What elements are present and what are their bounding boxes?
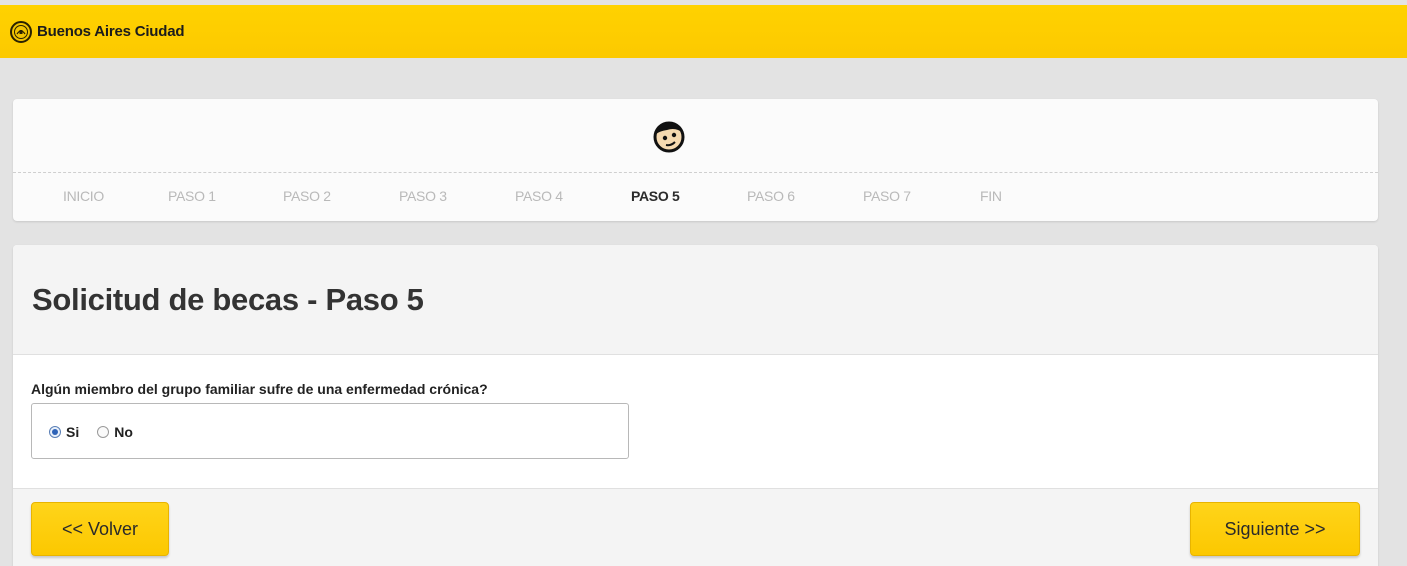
page-title: Solicitud de becas - Paso 5: [32, 281, 424, 317]
next-button[interactable]: Siguiente >>: [1190, 502, 1360, 556]
option-no-label[interactable]: No: [114, 424, 133, 440]
step-paso-2[interactable]: PASO 2: [283, 188, 331, 204]
progress-stepper: INICIO PASO 1 PASO 2 PASO 3 PASO 4 PASO …: [13, 99, 1378, 221]
question-label: Algún miembro del grupo familiar sufre d…: [31, 381, 488, 397]
step-paso-4[interactable]: PASO 4: [515, 188, 563, 204]
option-si[interactable]: Si: [49, 424, 79, 440]
step-fin[interactable]: FIN: [980, 188, 1002, 204]
back-button[interactable]: << Volver: [31, 502, 169, 556]
radio-group-box: Si No: [31, 403, 629, 459]
form-card: Solicitud de becas - Paso 5 Algún miembr…: [13, 245, 1378, 566]
smiley-face-icon: [653, 121, 685, 153]
brand-name[interactable]: Buenos Aires Ciudad: [37, 23, 185, 40]
step-paso-5[interactable]: PASO 5: [631, 188, 680, 204]
radio-no[interactable]: [97, 426, 110, 438]
stepper-divider: [13, 172, 1378, 173]
step-paso-3[interactable]: PASO 3: [399, 188, 447, 204]
option-si-label[interactable]: Si: [66, 424, 79, 440]
city-seal-icon[interactable]: [10, 20, 32, 43]
step-paso-1[interactable]: PASO 1: [168, 188, 216, 204]
radio-group: Si No: [49, 424, 151, 440]
radio-si[interactable]: [49, 426, 61, 438]
top-bar: Buenos Aires Ciudad: [0, 5, 1407, 58]
step-inicio[interactable]: INICIO: [63, 188, 104, 204]
step-paso-6[interactable]: PASO 6: [747, 188, 795, 204]
step-paso-7[interactable]: PASO 7: [863, 188, 911, 204]
form-footer: << Volver Siguiente >>: [13, 488, 1378, 566]
steps-list: INICIO PASO 1 PASO 2 PASO 3 PASO 4 PASO …: [13, 188, 1378, 208]
form-header: Solicitud de becas - Paso 5: [13, 245, 1378, 355]
option-no[interactable]: No: [97, 424, 133, 440]
